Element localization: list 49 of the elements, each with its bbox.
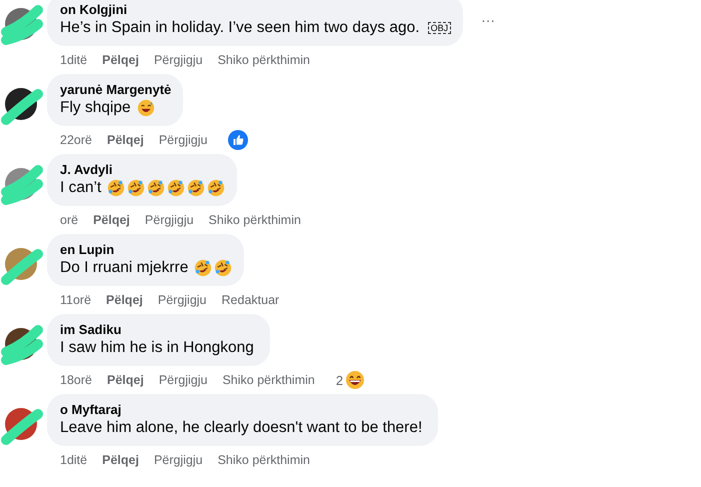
like-link[interactable]: Pëlqej — [102, 453, 139, 467]
like-link[interactable]: Pëlqej — [106, 293, 143, 307]
comment-text: He’s in Spain in holiday. I’ve seen him two days ago. — [60, 19, 420, 37]
rolling-laughing-emoji-icon — [207, 179, 226, 197]
author-name[interactable]: on Kolgjini — [60, 2, 452, 17]
timestamp[interactable]: 11orë — [60, 293, 92, 307]
comment-text: I saw him he is in Hongkong — [60, 339, 254, 357]
timestamp[interactable]: 18orë — [60, 373, 92, 387]
like-link[interactable]: Pëlqej — [106, 373, 144, 387]
object-field: OBJ — [428, 22, 452, 34]
like-icon — [228, 130, 248, 150]
rolling-laughing-emoji-icon — [187, 179, 206, 197]
timestamp[interactable]: 22orë — [60, 133, 92, 147]
reply-link[interactable]: Përgjigju — [154, 453, 203, 467]
like-link[interactable]: Pëlqej — [106, 133, 144, 147]
rolling-laughing-emoji-icon — [194, 259, 212, 277]
reply-link[interactable]: Përgjigju — [158, 293, 207, 307]
timestamp[interactable]: orë — [60, 213, 78, 227]
rolling-laughing-emoji-icon — [214, 259, 232, 277]
reaction-count[interactable]: 2 — [336, 372, 344, 388]
extra-link[interactable]: Redaktuar — [222, 293, 280, 307]
reply-link[interactable]: Përgjigju — [158, 373, 208, 387]
extra-link[interactable]: Shiko përkthimin — [208, 213, 301, 227]
author-name[interactable]: J. Avdyli — [60, 162, 226, 177]
rolling-laughing-emoji-icon — [127, 179, 146, 197]
reply-link[interactable]: Përgjigju — [154, 53, 203, 67]
comment-text: Do I rruani mjekrre — [60, 259, 188, 277]
rolling-laughing-emoji-icon — [167, 179, 186, 197]
rolling-laughing-emoji-icon — [107, 179, 126, 197]
extra-link[interactable]: Shiko përkthimin — [218, 53, 310, 67]
comment-text: Fly shqipe — [60, 99, 131, 117]
comment-text: Leave him alone, he clearly doesn't want to be there! — [60, 419, 422, 437]
grinning-emoji-icon — [345, 370, 366, 390]
comment-text: I can’t — [60, 179, 102, 197]
extra-link[interactable]: Shiko përkthimin — [218, 453, 310, 467]
rolling-laughing-emoji-icon — [147, 179, 166, 197]
like-link[interactable]: Pëlqej — [93, 213, 130, 227]
author-name[interactable]: o Myftaraj — [60, 402, 426, 417]
timestamp[interactable]: 1ditë — [60, 453, 88, 467]
reply-link[interactable]: Përgjigju — [144, 213, 194, 227]
author-name[interactable]: en Lupin — [60, 242, 232, 257]
author-name[interactable]: yarunė Margenytė — [60, 82, 172, 97]
sweat-smile-emoji-icon — [136, 99, 155, 117]
timestamp[interactable]: 1ditë — [60, 53, 88, 67]
more-options-button[interactable]: ··· — [477, 12, 500, 28]
extra-link[interactable]: Shiko përkthimin — [222, 373, 315, 387]
reply-link[interactable]: Përgjigju — [158, 133, 208, 147]
like-link[interactable]: Pëlqej — [102, 53, 139, 67]
author-name[interactable]: im Sadiku — [60, 322, 258, 337]
